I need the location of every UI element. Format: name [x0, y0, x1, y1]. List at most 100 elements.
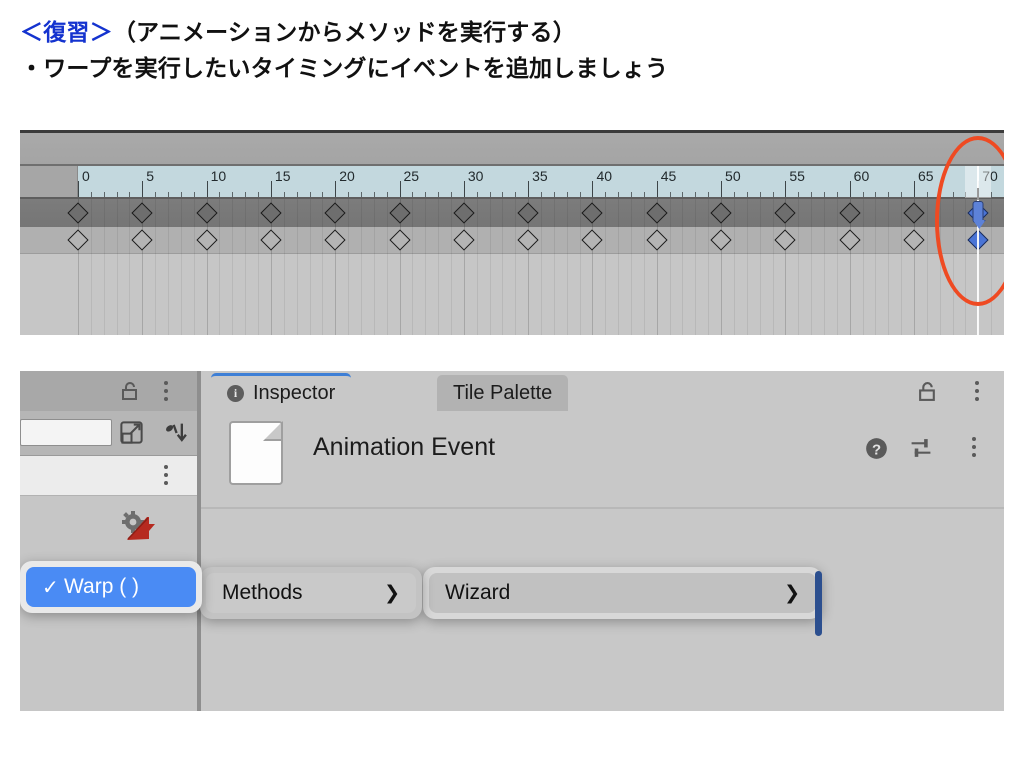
ruler-tick-label: 55	[789, 168, 805, 184]
svg-text:?: ?	[872, 441, 881, 458]
timeline-gridline	[450, 199, 452, 335]
timeline-gridline	[669, 199, 671, 335]
menu-item-warp[interactable]: ✓ Warp ( )	[26, 567, 196, 607]
timeline-gridline	[823, 199, 825, 335]
ruler-tick-label: 5	[146, 168, 155, 184]
timeline-gridline	[219, 199, 221, 335]
lock-open-icon[interactable]	[120, 381, 140, 401]
timeline-gridline	[502, 199, 504, 335]
slide-heading: ＜復習＞（アニメーションからメソッドを実行する） ・ワープを実行したいタイミング…	[20, 14, 1000, 86]
timeline-gridline	[926, 199, 928, 335]
timeline-gridline	[103, 199, 105, 335]
timeline-ruler[interactable]: 0 5 10 15 20 25 30 35 40 45 50 55 60 65 70	[78, 166, 1004, 198]
help-icon[interactable]: ?	[865, 437, 888, 460]
inspector-separator	[201, 507, 1004, 509]
timeline-gridline	[476, 199, 478, 335]
slide-root: ＜復習＞（アニメーションからメソッドを実行する） ・ワープを実行したいタイミング…	[0, 0, 1024, 768]
sort-icon[interactable]	[162, 419, 190, 447]
chevron-right-icon-2: ❯	[384, 582, 400, 604]
ruler-tick-major	[913, 181, 915, 198]
timeline-gridline	[631, 199, 633, 335]
ruler-tick-major	[785, 181, 787, 198]
preset-settings-icon[interactable]	[909, 437, 933, 460]
timeline-gridline	[438, 199, 440, 335]
timeline-top-band	[20, 133, 1004, 166]
timeline-gridline	[412, 199, 414, 335]
timeline-gridline	[90, 199, 92, 335]
tab-inspector[interactable]: i Inspector	[211, 373, 352, 411]
ruler-tick-major	[142, 181, 144, 198]
ruler-tick-major	[463, 181, 465, 198]
timeline-gridline	[682, 199, 684, 335]
wizard-menu-panel[interactable]: Wizard ❯	[423, 567, 822, 619]
ruler-tick-label: 30	[467, 168, 484, 184]
ruler-tick-major	[270, 181, 272, 198]
animation-timeline-panel[interactable]: 0 5 10 15 20 25 30 35 40 45 50 55 60 65 70	[20, 130, 1004, 335]
left-panel-row-3	[20, 456, 201, 496]
timeline-gridline	[811, 199, 813, 335]
inspector-tab-bar: i Inspector Tile Palette	[201, 371, 1004, 411]
timeline-gridline	[695, 199, 697, 335]
ruler-tick-major	[78, 181, 79, 198]
menu-item-warp-label: Warp ( )	[64, 575, 140, 598]
selected-method-panel[interactable]: ✓ Warp ( )	[20, 561, 202, 613]
search-input[interactable]	[20, 419, 112, 446]
tab-inspector-label: Inspector	[253, 382, 336, 404]
timeline-gridline	[348, 199, 350, 335]
heading-line-1-rest: （アニメーションからメソッドを実行する）	[112, 19, 576, 45]
timeline-gridline	[888, 199, 890, 335]
ruler-tick-major	[849, 181, 851, 198]
ruler-tick-label: 20	[339, 168, 355, 184]
ruler-tick-label: 60	[853, 168, 870, 184]
lock-open-icon-inspector[interactable]	[917, 381, 938, 402]
playhead-handle[interactable]	[972, 201, 984, 223]
tab-tile-palette[interactable]: Tile Palette	[437, 375, 569, 411]
heading-line-2: ・ワープを実行したいタイミングにイベントを追加しましょう	[20, 55, 669, 81]
kebab-menu-icon-preset[interactable]	[972, 437, 976, 457]
document-icon	[229, 421, 283, 485]
timeline-gridline	[952, 199, 954, 335]
check-icon: ✓	[42, 576, 59, 599]
timeline-gridline	[425, 199, 427, 335]
inspector-title: Animation Event	[313, 433, 496, 461]
kebab-menu-icon[interactable]	[164, 381, 168, 401]
timeline-gridline	[258, 199, 260, 335]
timeline-gridline	[360, 199, 362, 335]
timeline-gridline	[193, 199, 195, 335]
timeline-gridline	[489, 199, 491, 335]
timeline-gridline	[322, 199, 324, 335]
menu-item-wizard[interactable]: Wizard ❯	[429, 573, 816, 613]
timeline-gridline	[116, 199, 118, 335]
heading-line-1: ＜復習＞（アニメーションからメソッドを実行する）	[20, 14, 1000, 50]
methods-menu-panel[interactable]: Methods ❯	[200, 567, 422, 619]
timeline-gridline	[129, 199, 131, 335]
timeline-gridline	[901, 199, 903, 335]
timeline-gridline	[643, 199, 645, 335]
timeline-gridline	[541, 199, 542, 335]
kebab-menu-icon-2[interactable]	[164, 465, 168, 485]
timeline-gridline	[232, 199, 234, 335]
timeline-gridline	[283, 199, 285, 335]
timeline-gridline	[939, 199, 941, 335]
info-icon: i	[227, 385, 244, 402]
menu-item-methods-label: Methods	[222, 581, 303, 604]
left-side-panel[interactable]	[20, 371, 201, 711]
menu-blue-edge	[815, 571, 822, 636]
ruler-tick-label: 35	[532, 168, 548, 184]
timeline-ruler-row[interactable]: 0 5 10 15 20 25 30 35 40 45 50 55 60 65 70	[20, 166, 1004, 198]
timeline-gridline	[168, 199, 170, 335]
expand-icon[interactable]	[118, 419, 145, 446]
ruler-tick-label: 45	[660, 168, 677, 184]
timeline-gridline	[772, 199, 774, 335]
ruler-tick-label: 65	[917, 168, 934, 184]
ruler-tick-major	[335, 181, 337, 198]
animation-clip-icon[interactable]	[119, 509, 159, 547]
tab-tile-palette-label: Tile Palette	[453, 381, 553, 404]
menu-item-methods[interactable]: Methods ❯	[206, 573, 416, 613]
ruler-tick-label: 0	[82, 168, 90, 184]
timeline-gridline	[553, 199, 555, 335]
timeline-gridline	[798, 199, 800, 335]
ruler-tick-major	[656, 181, 658, 198]
ruler-tick-label: 40	[596, 168, 613, 184]
kebab-menu-icon-inspector[interactable]	[975, 381, 979, 401]
